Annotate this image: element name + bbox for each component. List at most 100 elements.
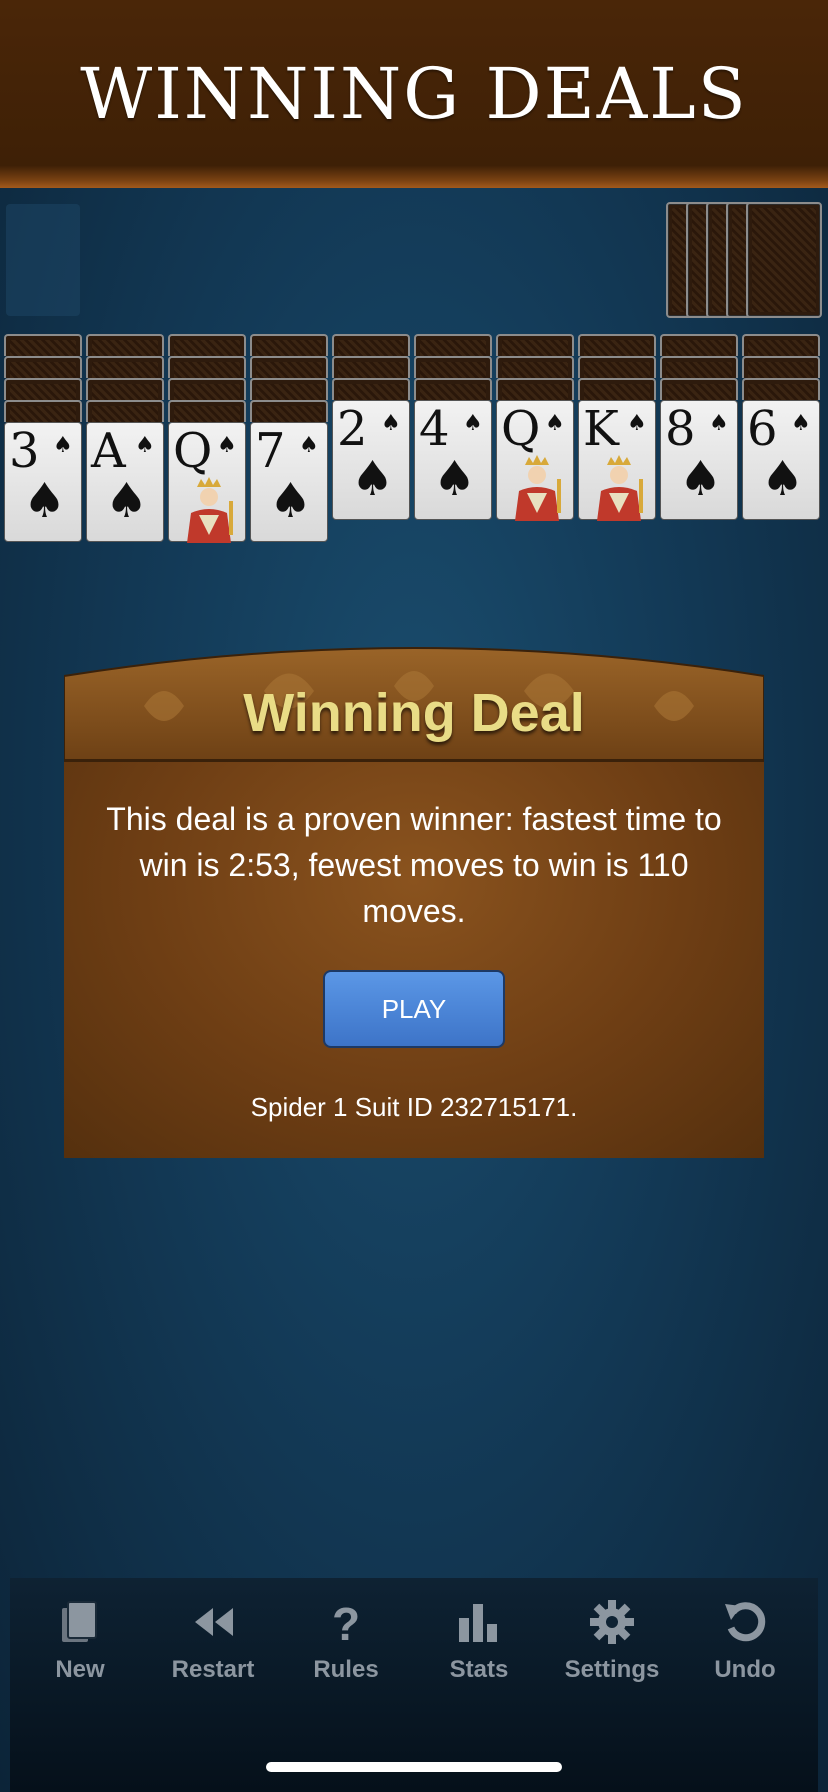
card-back: [86, 334, 164, 356]
spade-pip-icon: ♠: [351, 451, 395, 507]
card-back: [250, 356, 328, 378]
restart-button[interactable]: Restart: [153, 1598, 273, 1698]
card-back: [414, 378, 492, 400]
spade-suit-icon: ♠: [709, 411, 729, 436]
spade-suit-icon: ♠: [545, 411, 565, 436]
card-back: [660, 378, 738, 400]
new-game-icon: [62, 1601, 97, 1642]
card-rank: 8: [665, 401, 696, 457]
svg-text:?: ?: [332, 1598, 360, 1646]
card-rank: Q: [501, 401, 541, 457]
winning-deal-dialog: Winning Deal This deal is a proven winne…: [64, 636, 764, 1158]
new-label: New: [55, 1656, 105, 1683]
face-up-card[interactable]: 3 ♠ ♠: [4, 422, 82, 542]
spade-pip-icon: ♠: [433, 451, 477, 507]
tableau-column[interactable]: Q ♠: [168, 334, 246, 584]
tableau-column[interactable]: Q ♠: [496, 334, 574, 584]
card-back: [496, 356, 574, 378]
tableau-column[interactable]: 4 ♠ ♠: [414, 334, 492, 584]
spade-pip-icon: ♠: [269, 473, 313, 529]
face-up-card[interactable]: 7 ♠ ♠: [250, 422, 328, 542]
face-up-card[interactable]: 6 ♠ ♠: [742, 400, 820, 520]
spade-suit-icon: ♠: [791, 411, 811, 436]
tableau-column[interactable]: 8 ♠ ♠: [660, 334, 738, 584]
undo-icon: [725, 1602, 766, 1642]
card-back: [578, 356, 656, 378]
undo-label: Undo: [714, 1656, 776, 1683]
card-rank: 2: [337, 401, 368, 457]
card-back: [578, 378, 656, 400]
spade-pip-icon: ♠: [105, 473, 149, 529]
rules-label: Rules: [313, 1656, 379, 1683]
gear-icon: [590, 1600, 634, 1644]
card-back: [742, 334, 820, 356]
card-back: [4, 400, 82, 422]
play-button[interactable]: PLAY: [323, 970, 505, 1048]
card-back: [742, 356, 820, 378]
card-rank: 6: [747, 401, 778, 457]
card-back: [250, 400, 328, 422]
new-button[interactable]: New: [20, 1598, 140, 1698]
card-back: [4, 378, 82, 400]
stats-label: Stats: [449, 1656, 509, 1683]
rewind-icon: [195, 1608, 233, 1636]
face-up-card[interactable]: A ♠ ♠: [86, 422, 164, 542]
home-indicator: [266, 1762, 562, 1772]
face-up-card[interactable]: 8 ♠ ♠: [660, 400, 738, 520]
card-back: [742, 378, 820, 400]
tableau-column[interactable]: 7 ♠ ♠: [250, 334, 328, 584]
card-rank: A: [91, 423, 126, 479]
face-up-card[interactable]: 4 ♠ ♠: [414, 400, 492, 520]
tableau-column[interactable]: 3 ♠ ♠: [4, 334, 82, 584]
face-up-card[interactable]: K ♠: [578, 400, 656, 521]
spade-suit-icon: ♠: [627, 411, 647, 436]
tableau-column[interactable]: 2 ♠ ♠: [332, 334, 410, 584]
face-up-card[interactable]: Q ♠: [168, 422, 246, 543]
settings-button[interactable]: Settings: [552, 1598, 672, 1698]
card-back: [496, 334, 574, 356]
foundation-slot: [6, 204, 80, 316]
tableau-column[interactable]: A ♠ ♠: [86, 334, 164, 584]
card-rank: 7: [255, 423, 286, 479]
tableau-column[interactable]: K ♠: [578, 334, 656, 584]
face-up-card[interactable]: 2 ♠ ♠: [332, 400, 410, 520]
spade-suit-icon: ♠: [135, 433, 155, 458]
court-figure-icon: [187, 477, 233, 543]
card-back: [86, 378, 164, 400]
deal-id-text: Spider 1 Suit ID 232715171.: [250, 1092, 578, 1122]
spade-suit-icon: ♠: [299, 433, 319, 458]
card-back: [496, 378, 574, 400]
card-back: [414, 334, 492, 356]
stats-button[interactable]: Stats: [419, 1598, 539, 1698]
restart-label: Restart: [171, 1656, 255, 1683]
spade-suit-icon: ♠: [53, 433, 73, 458]
undo-button[interactable]: Undo: [685, 1598, 805, 1698]
card-back: [168, 378, 246, 400]
card-back: [86, 400, 164, 422]
face-up-card[interactable]: Q ♠: [496, 400, 574, 521]
settings-label: Settings: [564, 1656, 660, 1683]
card-back: [332, 334, 410, 356]
dialog-body: This deal is a proven winner: fastest ti…: [64, 760, 764, 1158]
header-bar: WINNING DEALS: [0, 0, 828, 188]
card-back: [168, 400, 246, 422]
tableau-column[interactable]: 6 ♠ ♠: [742, 334, 820, 584]
court-figure-icon: [597, 455, 643, 521]
card-rank: K: [583, 401, 619, 457]
card-back: [86, 356, 164, 378]
card-rank: 4: [419, 401, 450, 457]
card-back: [4, 334, 82, 356]
card-back: [332, 378, 410, 400]
spade-pip-icon: ♠: [761, 451, 805, 507]
card-back: [578, 334, 656, 356]
header-title: WINNING DEALS: [80, 53, 748, 135]
card-rank: 3: [9, 423, 40, 479]
stock-card[interactable]: [746, 202, 822, 318]
spade-suit-icon: ♠: [217, 433, 237, 458]
rules-button[interactable]: ? Rules: [286, 1598, 406, 1698]
spade-pip-icon: ♠: [23, 473, 67, 529]
card-back: [332, 356, 410, 378]
card-back: [4, 356, 82, 378]
card-rank: Q: [173, 423, 213, 479]
spade-pip-icon: ♠: [679, 451, 723, 507]
